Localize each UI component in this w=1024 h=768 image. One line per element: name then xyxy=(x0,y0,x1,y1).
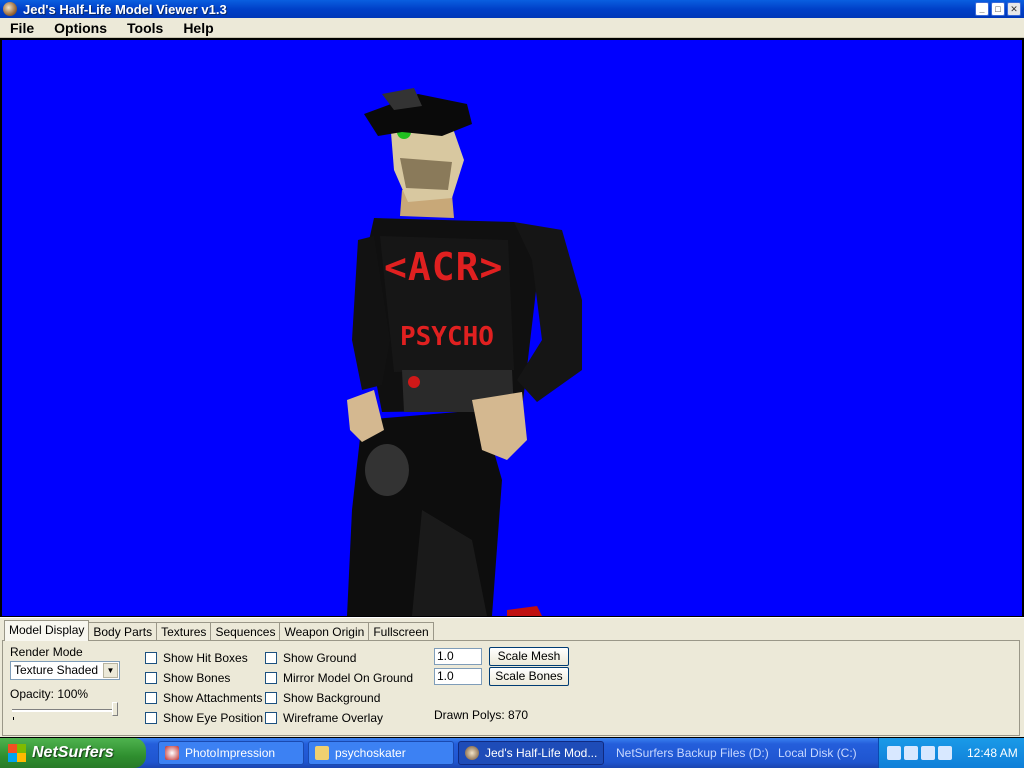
task-label: Jed's Half-Life Mod... xyxy=(485,746,598,760)
menu-bar: File Options Tools Help xyxy=(0,18,1024,38)
drawn-polys-label: Drawn Polys: 870 xyxy=(434,708,529,722)
opacity-slider-track[interactable] xyxy=(12,709,118,712)
show-ground-checkbox[interactable]: Show Ground xyxy=(265,651,356,665)
checkbox-label: Show Attachments xyxy=(163,691,263,705)
windows-flag-icon xyxy=(8,744,26,762)
opacity-label: Opacity: 100% xyxy=(10,687,89,701)
tab-weapon-origin[interactable]: Weapon Origin xyxy=(279,622,370,641)
render-mode-select[interactable]: Texture Shaded ▼ xyxy=(10,661,120,680)
menu-options[interactable]: Options xyxy=(48,20,113,36)
quicklink-local-disk[interactable]: Local Disk (C:) xyxy=(778,746,857,760)
menu-tools[interactable]: Tools xyxy=(121,20,169,36)
scale-mesh-input[interactable]: 1.0 xyxy=(434,648,482,665)
control-panel: Model Display Body Parts Textures Sequen… xyxy=(0,617,1024,737)
start-button[interactable]: NetSurfers xyxy=(0,738,146,768)
model-viewer-icon xyxy=(465,746,479,760)
task-photoimpression[interactable]: PhotoImpression xyxy=(158,741,304,765)
model-render xyxy=(347,88,582,616)
start-label: NetSurfers xyxy=(32,744,114,761)
clock[interactable]: 12:48 AM xyxy=(967,746,1018,760)
checkbox-label: Show Background xyxy=(283,691,381,705)
tab-model-display[interactable]: Model Display xyxy=(4,620,90,641)
tab-textures[interactable]: Textures xyxy=(156,622,212,641)
display-icon[interactable] xyxy=(921,746,935,760)
taskbar: NetSurfers PhotoImpression psychoskater … xyxy=(0,738,1024,768)
scale-bones-input[interactable]: 1.0 xyxy=(434,668,482,685)
close-button[interactable]: ✕ xyxy=(1007,2,1021,16)
checkbox-label: Mirror Model On Ground xyxy=(283,671,414,685)
checkbox-label: Wireframe Overlay xyxy=(283,711,384,725)
checkbox-label: Show Ground xyxy=(283,651,357,665)
scale-bones-button[interactable]: Scale Bones xyxy=(489,667,569,686)
tab-body-parts[interactable]: Body Parts xyxy=(88,622,158,641)
show-eye-position-checkbox[interactable]: Show Eye Position xyxy=(145,711,263,725)
menu-help[interactable]: Help xyxy=(177,20,219,36)
menu-file[interactable]: File xyxy=(4,20,40,36)
folder-icon xyxy=(315,746,329,760)
tab-fullscreen[interactable]: Fullscreen xyxy=(368,622,434,641)
task-model-viewer[interactable]: Jed's Half-Life Mod... xyxy=(458,741,604,765)
volume-icon[interactable] xyxy=(938,746,952,760)
checkbox-label: Show Hit Boxes xyxy=(163,651,248,665)
checkbox-label: Show Eye Position xyxy=(163,711,264,725)
photoimpression-icon xyxy=(165,746,179,760)
render-mode-label: Render Mode xyxy=(10,645,83,659)
show-hit-boxes-checkbox[interactable]: Show Hit Boxes xyxy=(145,651,248,665)
show-bones-checkbox[interactable]: Show Bones xyxy=(145,671,230,685)
maximize-button[interactable]: □ xyxy=(991,2,1005,16)
chevron-down-icon[interactable]: ▼ xyxy=(103,663,118,678)
quicklink-backup-files[interactable]: NetSurfers Backup Files (D:) xyxy=(616,746,769,760)
network-icon-2[interactable] xyxy=(904,746,918,760)
tab-strip: Model Display Body Parts Textures Sequen… xyxy=(4,620,434,641)
opacity-slider-thumb[interactable] xyxy=(112,702,118,716)
minimize-button[interactable]: _ xyxy=(975,2,989,16)
task-label: psychoskater xyxy=(335,746,406,760)
scale-mesh-button[interactable]: Scale Mesh xyxy=(489,647,569,666)
show-background-checkbox[interactable]: Show Background xyxy=(265,691,380,705)
wireframe-overlay-checkbox[interactable]: Wireframe Overlay xyxy=(265,711,383,725)
mirror-model-checkbox[interactable]: Mirror Model On Ground xyxy=(265,671,413,685)
app-icon xyxy=(3,2,17,16)
checkbox-label: Show Bones xyxy=(163,671,231,685)
shirt-text-top: <ACR> xyxy=(384,245,504,289)
title-bar: Jed's Half-Life Model Viewer v1.3 _ □ ✕ xyxy=(0,0,1024,18)
window-title: Jed's Half-Life Model Viewer v1.3 xyxy=(23,1,227,17)
model-viewport[interactable]: <ACR> PSYCHO xyxy=(2,40,1022,616)
task-label: PhotoImpression xyxy=(185,746,276,760)
render-mode-value: Texture Shaded xyxy=(14,663,99,677)
slider-tick xyxy=(13,717,14,720)
system-tray: 12:48 AM xyxy=(878,738,1024,768)
network-icon[interactable] xyxy=(887,746,901,760)
tab-sequences[interactable]: Sequences xyxy=(210,622,281,641)
shirt-text-bottom: PSYCHO xyxy=(400,322,494,352)
show-attachments-checkbox[interactable]: Show Attachments xyxy=(145,691,262,705)
task-psychoskater[interactable]: psychoskater xyxy=(308,741,454,765)
